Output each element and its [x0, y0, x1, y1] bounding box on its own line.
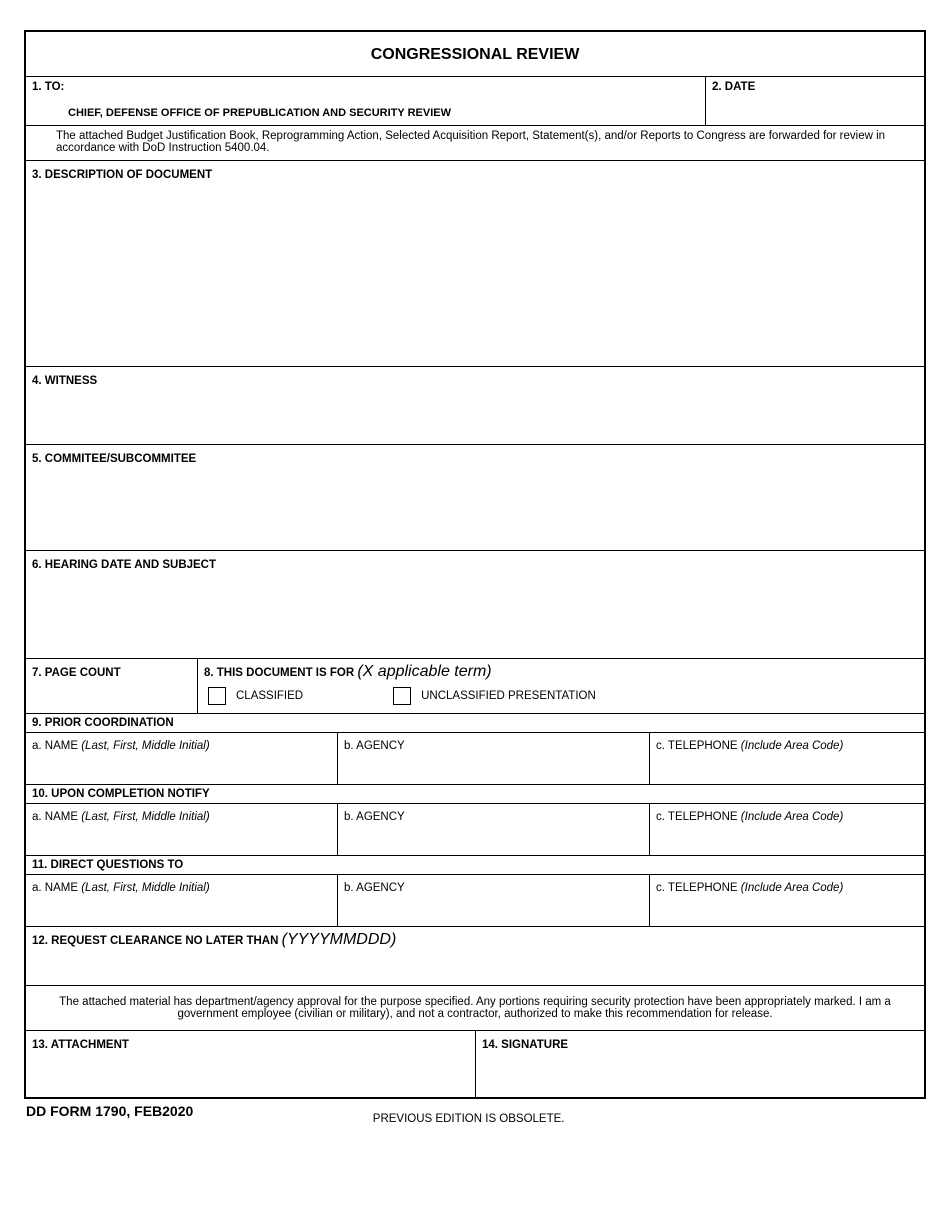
label-11c-text: c. TELEPHONE	[656, 882, 741, 894]
label-11a: a. NAME (Last, First, Middle Initial)	[32, 882, 210, 894]
label-hearing: 6. HEARING DATE AND SUBJECT	[32, 559, 216, 571]
label-9c: c. TELEPHONE (Include Area Code)	[656, 740, 843, 752]
field-attachment[interactable]: 13. ATTACHMENT	[26, 1031, 476, 1097]
checkbox-row: CLASSIFIED UNCLASSIFIED PRESENTATION	[204, 681, 918, 713]
hint-10c: (Include Area Code)	[741, 811, 844, 823]
label-10a-text: a. NAME	[32, 811, 81, 823]
field-10a-name[interactable]: a. NAME (Last, First, Middle Initial)	[26, 804, 338, 855]
checkbox-label-classified: CLASSIFIED	[236, 690, 303, 702]
label-clearance: 12. REQUEST CLEARANCE NO LATER THAN	[32, 935, 282, 947]
label-witness: 4. WITNESS	[32, 375, 97, 387]
label-9a-text: a. NAME	[32, 740, 81, 752]
label-page-count: 7. PAGE COUNT	[32, 667, 121, 679]
certification-text: The attached material has department/age…	[26, 986, 924, 1031]
section-direct-questions: 11. DIRECT QUESTIONS TO	[26, 856, 924, 875]
form-container: CONGRESSIONAL REVIEW 1. TO: CHIEF, DEFEN…	[24, 30, 926, 1099]
row-pagecount-docfor: 7. PAGE COUNT 8. THIS DOCUMENT IS FOR (X…	[26, 659, 924, 714]
field-date[interactable]: 2. DATE	[706, 77, 924, 126]
checkbox-label-unclassified: UNCLASSIFIED PRESENTATION	[421, 690, 596, 702]
hint-doc-for: (X applicable term)	[357, 663, 491, 680]
field-description[interactable]: 3. DESCRIPTION OF DOCUMENT	[26, 161, 924, 367]
field-9c-telephone[interactable]: c. TELEPHONE (Include Area Code)	[650, 733, 924, 784]
obsolete-notice: PREVIOUS EDITION IS OBSOLETE.	[193, 1103, 744, 1125]
label-9c-text: c. TELEPHONE	[656, 740, 741, 752]
label-signature: 14. SIGNATURE	[482, 1039, 568, 1051]
label-10b: b. AGENCY	[344, 811, 405, 823]
field-witness[interactable]: 4. WITNESS	[26, 367, 924, 445]
hint-11a: (Last, First, Middle Initial)	[81, 882, 209, 894]
label-description: 3. DESCRIPTION OF DOCUMENT	[32, 169, 212, 181]
field-hearing[interactable]: 6. HEARING DATE AND SUBJECT	[26, 551, 924, 659]
section-upon-completion: 10. UPON COMPLETION NOTIFY	[26, 785, 924, 804]
field-11b-agency[interactable]: b. AGENCY	[338, 875, 650, 926]
label-doc-for: 8. THIS DOCUMENT IS FOR	[204, 667, 357, 679]
hint-9c: (Include Area Code)	[741, 740, 844, 752]
field-doc-for: 8. THIS DOCUMENT IS FOR (X applicable te…	[198, 659, 924, 714]
label-9a: a. NAME (Last, First, Middle Initial)	[32, 740, 210, 752]
to-recipient: CHIEF, DEFENSE OFFICE OF PREPUBLICATION …	[32, 93, 699, 119]
label-committee: 5. COMMITEE/SUBCOMMITEE	[32, 453, 196, 465]
field-signature[interactable]: 14. SIGNATURE	[476, 1031, 924, 1097]
label-11a-text: a. NAME	[32, 882, 81, 894]
label-to: 1. TO:	[32, 81, 699, 93]
hint-clearance: (YYYYMMDDD)	[282, 931, 397, 948]
field-committee[interactable]: 5. COMMITEE/SUBCOMMITEE	[26, 445, 924, 551]
row-to-date: 1. TO: CHIEF, DEFENSE OFFICE OF PREPUBLI…	[26, 77, 924, 126]
section-prior-coordination: 9. PRIOR COORDINATION	[26, 714, 924, 733]
field-11a-name[interactable]: a. NAME (Last, First, Middle Initial)	[26, 875, 338, 926]
hint-11c: (Include Area Code)	[741, 882, 844, 894]
field-10b-agency[interactable]: b. AGENCY	[338, 804, 650, 855]
checkbox-classified[interactable]: CLASSIFIED	[208, 687, 303, 705]
intro-text: The attached Budget Justification Book, …	[26, 126, 924, 161]
field-to[interactable]: 1. TO: CHIEF, DEFENSE OFFICE OF PREPUBLI…	[26, 77, 706, 126]
checkbox-unclassified[interactable]: UNCLASSIFIED PRESENTATION	[393, 687, 596, 705]
field-clearance-date[interactable]: 12. REQUEST CLEARANCE NO LATER THAN (YYY…	[26, 927, 924, 986]
form-id: DD FORM 1790, FEB2020	[26, 1103, 193, 1119]
row-direct-questions: a. NAME (Last, First, Middle Initial) b.…	[26, 875, 924, 927]
form-footer: DD FORM 1790, FEB2020 PREVIOUS EDITION I…	[24, 1099, 926, 1125]
checkbox-box-unclassified[interactable]	[393, 687, 411, 705]
field-9a-name[interactable]: a. NAME (Last, First, Middle Initial)	[26, 733, 338, 784]
field-11c-telephone[interactable]: c. TELEPHONE (Include Area Code)	[650, 875, 924, 926]
field-9b-agency[interactable]: b. AGENCY	[338, 733, 650, 784]
label-date: 2. DATE	[712, 81, 918, 93]
row-upon-completion: a. NAME (Last, First, Middle Initial) b.…	[26, 804, 924, 856]
label-9b: b. AGENCY	[344, 740, 405, 752]
label-11c: c. TELEPHONE (Include Area Code)	[656, 882, 843, 894]
label-attachment: 13. ATTACHMENT	[32, 1039, 129, 1051]
checkbox-box-classified[interactable]	[208, 687, 226, 705]
form-title: CONGRESSIONAL REVIEW	[26, 32, 924, 77]
label-10a: a. NAME (Last, First, Middle Initial)	[32, 811, 210, 823]
hint-9a: (Last, First, Middle Initial)	[81, 740, 209, 752]
label-10c: c. TELEPHONE (Include Area Code)	[656, 811, 843, 823]
field-page-count[interactable]: 7. PAGE COUNT	[26, 659, 198, 714]
label-10c-text: c. TELEPHONE	[656, 811, 741, 823]
field-10c-telephone[interactable]: c. TELEPHONE (Include Area Code)	[650, 804, 924, 855]
intro-content: The attached Budget Justification Book, …	[56, 130, 918, 154]
row-prior-coordination: a. NAME (Last, First, Middle Initial) b.…	[26, 733, 924, 785]
label-11b: b. AGENCY	[344, 882, 405, 894]
row-attachment-signature: 13. ATTACHMENT 14. SIGNATURE	[26, 1031, 924, 1097]
hint-10a: (Last, First, Middle Initial)	[81, 811, 209, 823]
